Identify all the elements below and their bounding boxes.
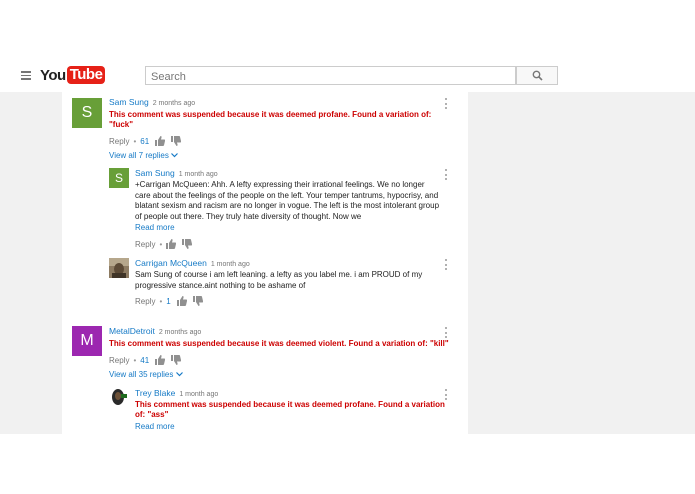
thumbs-down-icon[interactable]: [182, 239, 193, 249]
author-link[interactable]: Carrigan McQueen: [135, 258, 207, 268]
like-count: 1: [166, 296, 171, 306]
comment-author: Carrigan McQueen 1 month ago: [135, 258, 250, 268]
chevron-down-icon: [171, 153, 179, 158]
view-replies-label: View all 35 replies: [109, 370, 174, 379]
like-count: 41: [140, 355, 150, 365]
comment-author: Sam Sung 1 month ago: [135, 168, 218, 178]
comment-actions: Reply •: [135, 239, 198, 249]
youtube-logo[interactable]: You Tube: [40, 66, 106, 84]
more-options-icon[interactable]: [445, 98, 448, 109]
comment-author: Trey Blake 1 month ago: [135, 388, 218, 398]
reply-button[interactable]: Reply: [135, 297, 155, 306]
like-count: 61: [140, 136, 150, 146]
comment-time: 1 month ago: [178, 171, 218, 178]
search-input[interactable]: [146, 68, 511, 86]
search-button[interactable]: [516, 66, 558, 85]
thumbs-up-icon[interactable]: [176, 296, 187, 306]
thumbs-down-icon[interactable]: [192, 296, 203, 306]
view-replies-label: View all 7 replies: [109, 151, 169, 160]
more-options-icon[interactable]: [445, 169, 448, 180]
comment-author: Sam Sung 2 months ago: [109, 97, 195, 107]
logo-tube-text: Tube: [66, 66, 106, 84]
comment-text: This comment was suspended because it wa…: [109, 339, 449, 348]
comments-panel: S Sam Sung 2 months ago This comment was …: [62, 92, 468, 434]
avatar-letter: M: [80, 332, 94, 349]
thumbs-down-icon[interactable]: [171, 355, 182, 365]
masthead: You Tube: [0, 58, 695, 92]
comment-time: 1 month ago: [179, 391, 219, 398]
comment-text: Sam Sung of course i am left leaning. a …: [135, 270, 423, 290]
read-more-link[interactable]: Read more: [135, 223, 175, 232]
avatar[interactable]: M: [72, 326, 102, 356]
author-link[interactable]: MetalDetroit: [109, 326, 155, 336]
reply-button[interactable]: Reply: [135, 240, 155, 249]
thumbs-up-icon[interactable]: [166, 239, 177, 249]
comment-text: This comment was suspended because it wa…: [109, 110, 432, 129]
user-photo-icon: [109, 258, 129, 278]
logo-you-text: You: [40, 66, 66, 84]
author-link[interactable]: Sam Sung: [135, 168, 175, 178]
more-options-icon[interactable]: [445, 389, 448, 400]
avatar[interactable]: [109, 387, 129, 407]
read-more-link[interactable]: Read more: [135, 422, 175, 431]
author-link[interactable]: Trey Blake: [135, 388, 175, 398]
comment-time: 2 months ago: [158, 329, 202, 336]
thumbs-up-icon[interactable]: [155, 355, 166, 365]
search-icon: [532, 70, 543, 81]
author-link[interactable]: Sam Sung: [109, 97, 149, 107]
comment-time: 1 month ago: [210, 261, 250, 268]
more-options-icon[interactable]: [445, 327, 448, 338]
thumbs-down-icon[interactable]: [171, 136, 182, 146]
guide-menu-icon[interactable]: [21, 71, 31, 80]
avatar-letter: S: [114, 171, 123, 185]
comment-text: This comment was suspended because it wa…: [135, 400, 445, 419]
reply-button[interactable]: Reply: [109, 137, 129, 146]
comment-actions: Reply • 61: [109, 136, 187, 146]
comment-actions: Reply • 1: [135, 296, 209, 306]
view-replies-link[interactable]: View all 7 replies: [109, 151, 179, 160]
chevron-down-icon: [175, 372, 183, 377]
comment-author: MetalDetroit 2 months ago: [109, 326, 201, 336]
comment-time: 2 months ago: [152, 100, 196, 107]
user-photo-icon: [109, 387, 129, 407]
more-options-icon[interactable]: [445, 259, 448, 270]
comment-actions: Reply • 41: [109, 355, 187, 365]
avatar[interactable]: [109, 258, 129, 278]
reply-button[interactable]: Reply: [109, 356, 129, 365]
avatar[interactable]: S: [109, 168, 129, 188]
comment-text: +Carrigan McQueen: Ahh. A lefty expressi…: [135, 180, 440, 221]
avatar-letter: S: [81, 104, 93, 121]
view-replies-link[interactable]: View all 35 replies: [109, 370, 183, 379]
search-box: [145, 66, 516, 86]
avatar[interactable]: S: [72, 98, 102, 128]
thumbs-up-icon[interactable]: [155, 136, 166, 146]
